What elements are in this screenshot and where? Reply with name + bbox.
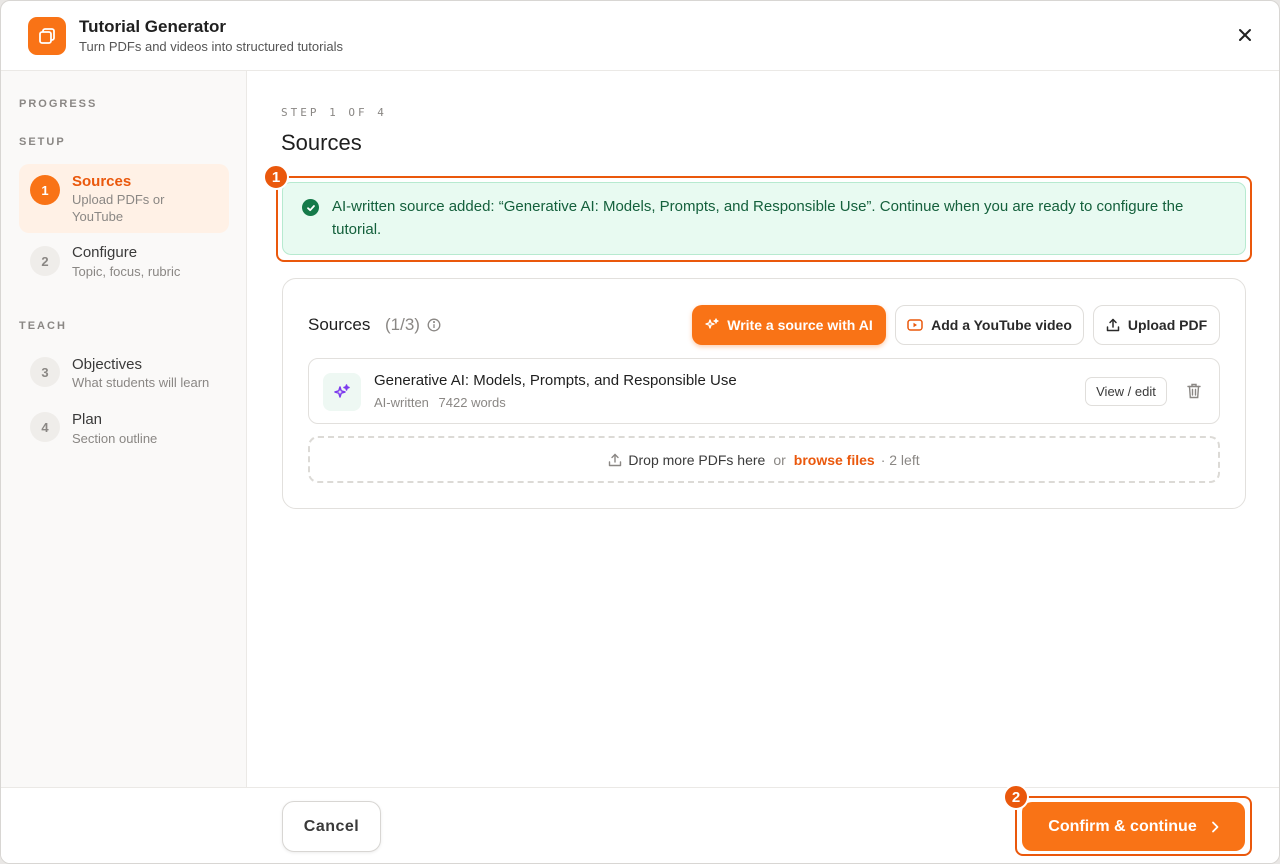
sidebar-item-title: Sources	[72, 173, 132, 190]
sources-card: Sources (1/3) Write a source with AI Add…	[282, 278, 1246, 509]
sidebar-item-title: Configure	[72, 244, 138, 261]
sources-card-title: Sources	[308, 315, 371, 334]
add-youtube-label: Add a YouTube video	[931, 317, 1072, 333]
source-meta: AI-written 7422 words	[374, 395, 506, 410]
step-number: 4	[30, 412, 60, 442]
delete-source-button[interactable]	[1183, 380, 1205, 402]
dropzone-or: or	[773, 451, 786, 468]
sidebar-item-desc: Upload PDFs or YouTube	[72, 192, 165, 224]
browse-files-link[interactable]: browse files	[794, 452, 875, 468]
sidebar-item-objectives[interactable]: 3 Objectives What students will learn	[19, 347, 229, 401]
app-subtitle: Turn PDFs and videos into structured tut…	[79, 39, 343, 54]
sidebar-item-desc: Section outline	[72, 431, 158, 446]
page-title: Sources	[281, 130, 362, 155]
view-edit-button[interactable]: View / edit	[1085, 377, 1167, 406]
highlight-badge-1: 1	[263, 164, 289, 190]
sidebar-item-title: Objectives	[72, 356, 143, 373]
upload-icon	[609, 453, 622, 466]
upload-icon	[1106, 318, 1120, 332]
write-source-ai-button[interactable]: Write a source with AI	[692, 305, 886, 345]
add-youtube-button[interactable]: Add a YouTube video	[895, 305, 1084, 345]
sidebar-item-plan[interactable]: 4 Plan Section outline	[19, 402, 229, 456]
ai-sparkles-icon	[323, 373, 361, 411]
setup-section-label: SETUP	[19, 136, 66, 148]
sidebar-item-title: Plan	[72, 411, 103, 428]
close-icon	[1239, 29, 1251, 41]
upload-pdf-label: Upload PDF	[1127, 317, 1208, 333]
highlight-badge-2: 2	[1003, 784, 1029, 810]
sidebar-item-sources[interactable]: 1 Sources Upload PDFs or YouTube	[19, 164, 229, 233]
progress-sidebar: PROGRESS SETUP 1 Sources Upload PDFs or …	[1, 71, 247, 787]
step-number: 2	[30, 246, 60, 276]
tutorial-generator-modal: Tutorial Generator Turn PDFs and videos …	[0, 0, 1280, 864]
highlight-frame-2	[1015, 796, 1252, 856]
upload-pdf-button[interactable]: Upload PDF	[1093, 305, 1220, 345]
dropzone-text: Drop more PDFs here	[628, 451, 766, 468]
youtube-icon	[907, 319, 923, 331]
source-title: Generative AI: Models, Prompts, and Resp…	[374, 372, 737, 389]
source-list-item: Generative AI: Models, Prompts, and Resp…	[308, 358, 1220, 424]
app-logo-icon	[28, 17, 66, 55]
sidebar-item-desc: What students will learn	[72, 375, 210, 390]
app-title: Tutorial Generator	[79, 17, 227, 36]
step-number: 1	[30, 175, 60, 205]
sources-count: (1/3)	[385, 315, 420, 334]
sidebar-item-configure[interactable]: 2 Configure Topic, focus, rubric	[19, 236, 229, 290]
sparkles-icon	[705, 318, 719, 329]
source-type: AI-written	[374, 395, 429, 410]
step-number: 3	[30, 357, 60, 387]
modal-header: Tutorial Generator Turn PDFs and videos …	[1, 1, 1279, 71]
trash-icon	[1187, 383, 1201, 399]
sidebar-item-desc: Topic, focus, rubric	[72, 264, 181, 279]
pdf-dropzone[interactable]: Drop more PDFs here or browse files · 2 …	[308, 436, 1220, 483]
highlight-frame-1	[276, 176, 1252, 262]
cancel-button[interactable]: Cancel	[282, 801, 381, 852]
write-source-ai-label: Write a source with AI	[727, 317, 873, 333]
step-indicator: STEP 1 OF 4	[281, 106, 387, 119]
close-button[interactable]	[1231, 21, 1259, 49]
teach-section-label: TEACH	[19, 320, 67, 332]
dropzone-remaining: · 2 left	[880, 451, 920, 468]
source-word-count: 7422 words	[438, 395, 506, 410]
progress-label: PROGRESS	[19, 98, 98, 110]
info-icon[interactable]	[427, 318, 441, 332]
